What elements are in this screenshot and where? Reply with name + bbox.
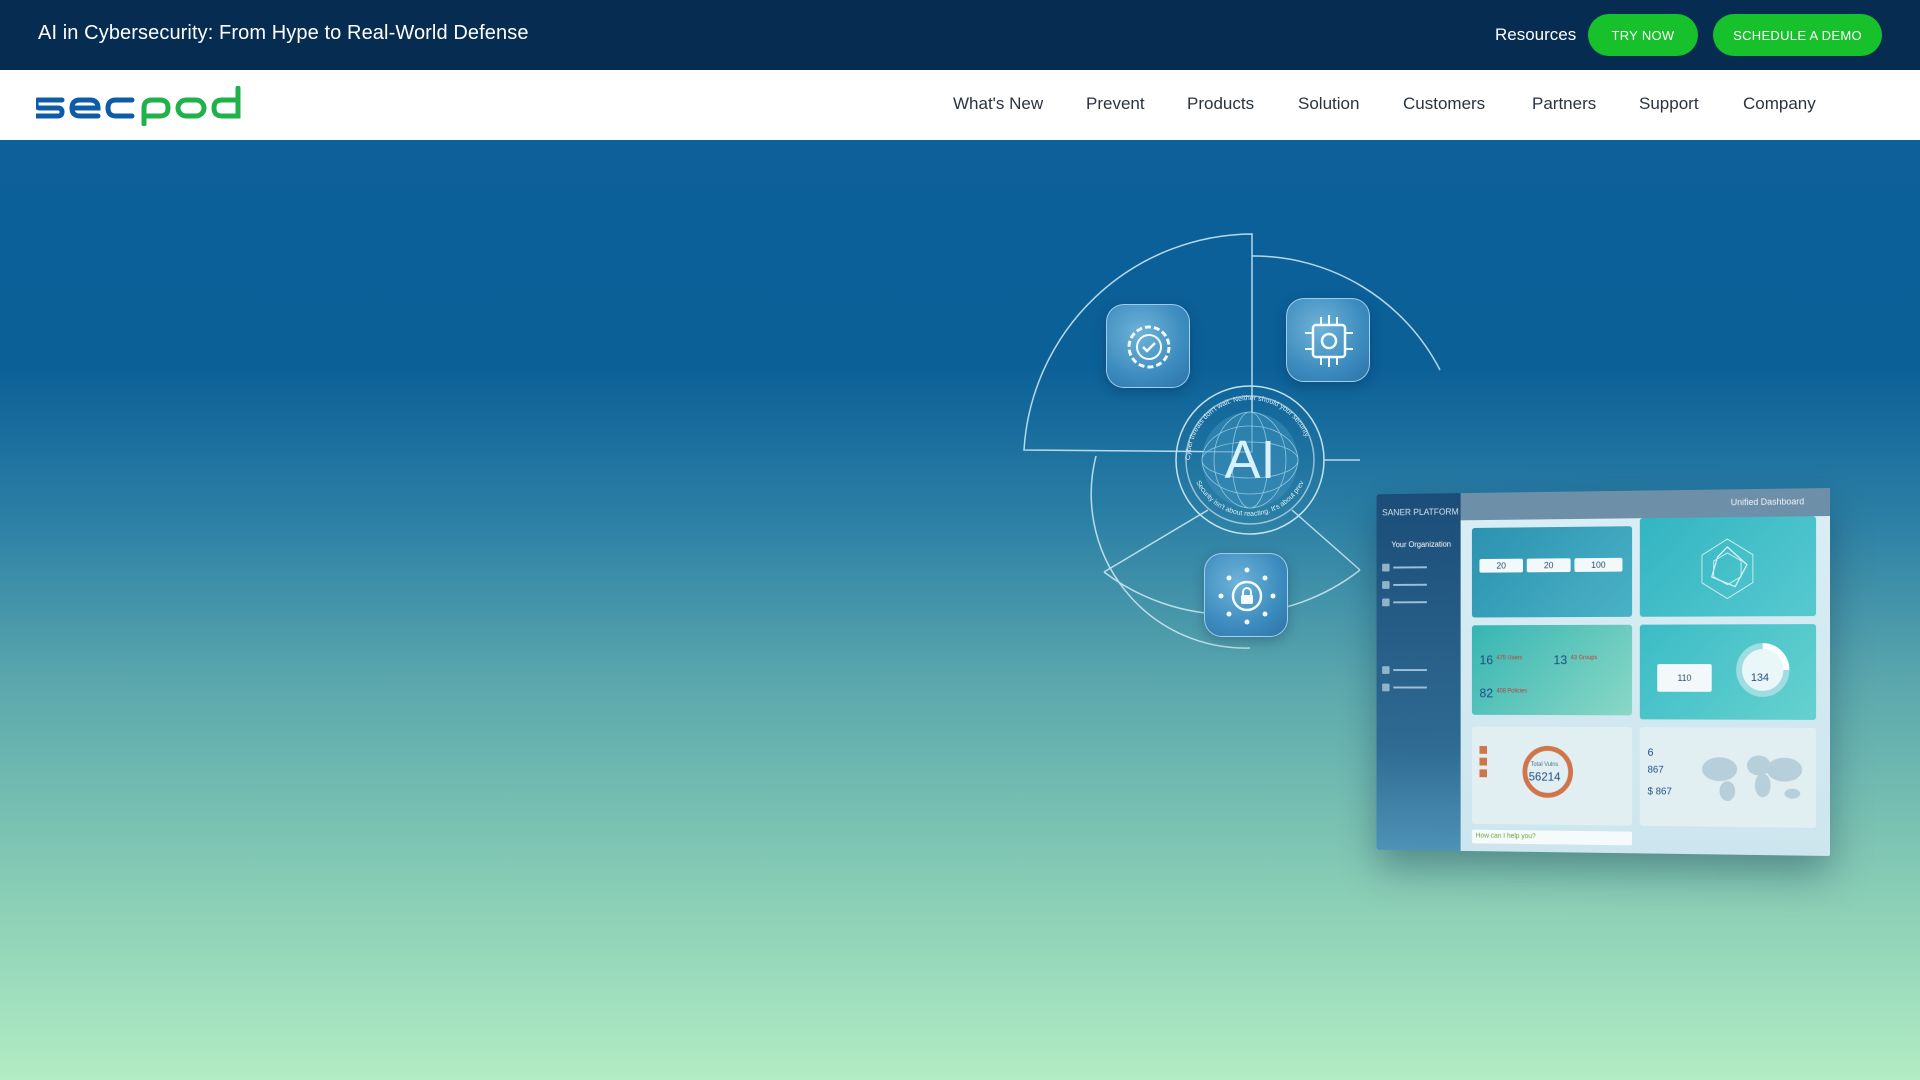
groups-count: 13 — [1553, 652, 1568, 668]
nav-solution[interactable]: Solution — [1298, 94, 1359, 114]
gauge-small-chip: 110 — [1657, 664, 1712, 692]
dashboard-title: Unified Dashboard — [1730, 496, 1805, 508]
legend-swatch — [1479, 745, 1488, 754]
world-map-icon — [1701, 755, 1803, 802]
stat-six: 6 — [1647, 746, 1654, 759]
legend-swatch — [1479, 757, 1488, 766]
nav-prevent[interactable]: Prevent — [1086, 94, 1145, 114]
nav-partners[interactable]: Partners — [1532, 94, 1596, 114]
cost-value: $ 867 — [1647, 786, 1672, 798]
secpod-logo[interactable] — [33, 85, 241, 127]
unified-dashboard-preview: SANER PLATFORM Your Organization Unified… — [1376, 488, 1830, 856]
nav-customers[interactable]: Customers — [1403, 94, 1485, 114]
network-lock-icon — [1204, 553, 1288, 637]
radar-chart-icon — [1640, 516, 1816, 617]
dashboard-sidebar: SANER PLATFORM Your Organization — [1376, 493, 1461, 851]
nav-whats-new[interactable]: What's New — [953, 94, 1043, 114]
chip-gear-icon — [1286, 298, 1370, 382]
sidebar-row — [1382, 563, 1453, 572]
policies-count: 82 — [1479, 685, 1494, 701]
stat-867: 867 — [1647, 764, 1664, 776]
nav-support[interactable]: Support — [1639, 94, 1699, 114]
legend-swatch — [1479, 769, 1488, 778]
assistant-input[interactable]: How can I help you? — [1471, 829, 1633, 846]
gauge-ring-icon — [1733, 640, 1792, 700]
users-groups-card: 16 475 Users 13 43 Groups 82 408 Policie… — [1471, 624, 1633, 716]
sidebar-row — [1382, 581, 1453, 589]
vulns-chip: 20 — [1479, 558, 1523, 573]
announcement-link[interactable]: AI in Cybersecurity: From Hype to Real-W… — [38, 22, 529, 45]
gauge-value: 134 — [1750, 672, 1769, 684]
try-now-button[interactable]: TRY NOW — [1588, 14, 1698, 56]
gauge-card: 110 134 — [1639, 624, 1817, 720]
cost-map-card: 6 867 $ 867 — [1639, 727, 1817, 828]
tasks-chip: 100 — [1574, 557, 1623, 572]
dashboard-platform-label: SANER PLATFORM — [1382, 506, 1459, 518]
dashboard-header: Unified Dashboard — [1460, 488, 1830, 521]
vulnerability-donut-card: Total Vulns 56214 — [1471, 726, 1633, 826]
top-announcement-bar: AI in Cybersecurity: From Hype to Real-W… — [0, 0, 1920, 70]
gear-check-icon — [1106, 304, 1190, 388]
main-navbar: What's New Prevent Products Solution Cus… — [0, 70, 1920, 140]
radar-card — [1639, 516, 1817, 617]
users-count: 16 — [1479, 652, 1494, 668]
ai-center-label: AI — [1224, 430, 1275, 490]
donut-total-label: Total Vulns — [1530, 761, 1559, 769]
secpod-logo-mark — [33, 85, 241, 127]
dashboard-org-label: Your Organization — [1391, 539, 1451, 550]
nav-company[interactable]: Company — [1743, 94, 1816, 114]
vulnerability-card: 20 20 100 — [1471, 526, 1633, 618]
nav-products[interactable]: Products — [1187, 94, 1254, 114]
policies-label: 408 Policies — [1496, 688, 1528, 695]
groups-label: 43 Groups — [1570, 655, 1598, 662]
resources-link[interactable]: Resources — [1495, 25, 1576, 45]
donut-total: 56214 — [1528, 769, 1561, 784]
users-label: 475 Users — [1496, 655, 1523, 662]
compliance-chip: 20 — [1526, 558, 1571, 573]
sidebar-row — [1382, 666, 1453, 674]
schedule-demo-button[interactable]: SCHEDULE A DEMO — [1713, 14, 1882, 56]
sidebar-row — [1382, 683, 1453, 692]
hero-section: AI Cyber threats don't wait. Neither sho… — [0, 140, 1920, 1080]
sidebar-row — [1382, 598, 1453, 607]
